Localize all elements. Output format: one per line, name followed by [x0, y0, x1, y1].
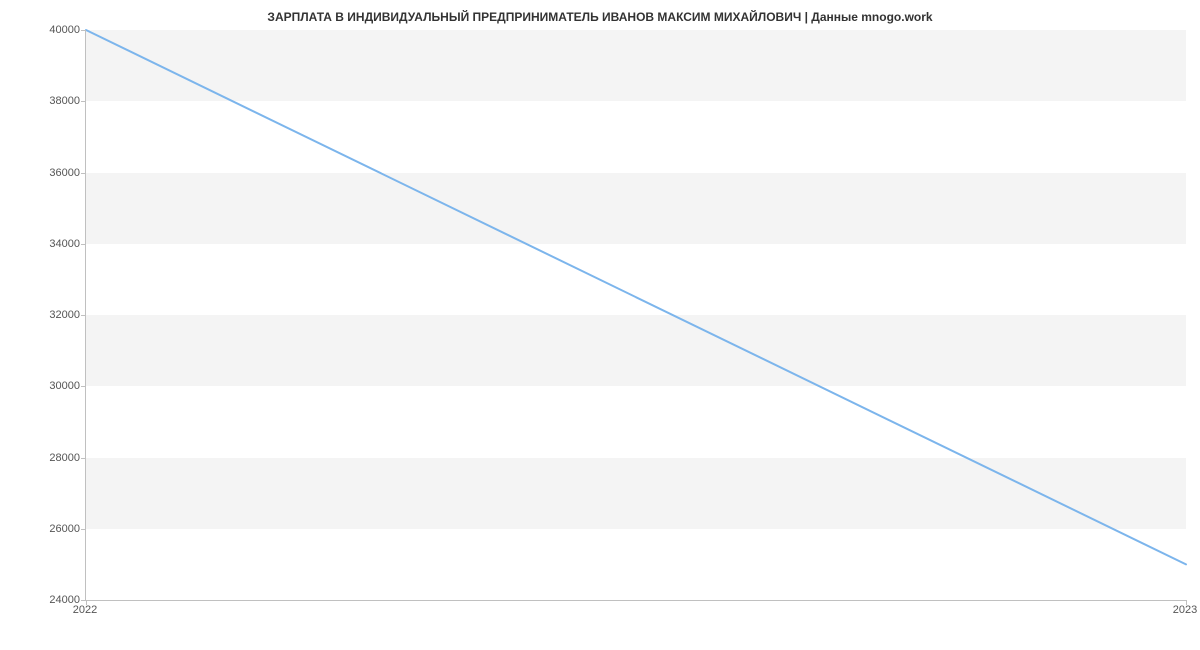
y-tick-label: 28000 [10, 452, 80, 464]
y-tick-mark [81, 458, 86, 459]
chart-container: ЗАРПЛАТА В ИНДИВИДУАЛЬНЫЙ ПРЕДПРИНИМАТЕЛ… [0, 0, 1200, 650]
y-tick-mark [81, 173, 86, 174]
plot-area [85, 30, 1186, 601]
y-tick-mark [81, 30, 86, 31]
y-tick-mark [81, 101, 86, 102]
line-layer [86, 30, 1186, 600]
y-tick-label: 26000 [10, 523, 80, 535]
x-tick-label: 2023 [1173, 604, 1197, 616]
y-tick-label: 36000 [10, 167, 80, 179]
y-tick-mark [81, 244, 86, 245]
y-tick-label: 24000 [10, 594, 80, 606]
y-tick-mark [81, 386, 86, 387]
y-tick-label: 30000 [10, 380, 80, 392]
chart-title: ЗАРПЛАТА В ИНДИВИДУАЛЬНЫЙ ПРЕДПРИНИМАТЕЛ… [0, 10, 1200, 24]
y-tick-label: 34000 [10, 238, 80, 250]
data-line [86, 30, 1186, 564]
x-tick-label: 2022 [73, 604, 97, 616]
y-tick-label: 38000 [10, 95, 80, 107]
y-tick-label: 40000 [10, 24, 80, 36]
y-tick-mark [81, 315, 86, 316]
y-tick-mark [81, 529, 86, 530]
y-tick-label: 32000 [10, 309, 80, 321]
